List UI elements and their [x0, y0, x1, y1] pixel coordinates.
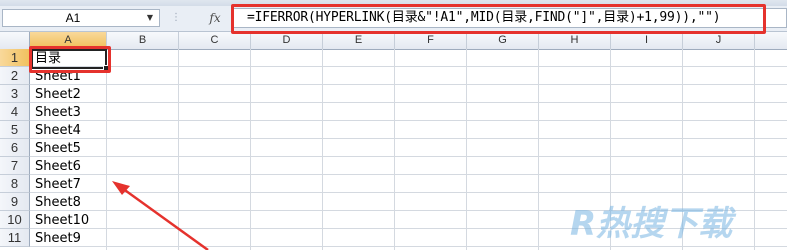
column-header[interactable]: J — [683, 32, 755, 49]
cell-highlight-box — [29, 46, 111, 73]
formula-input[interactable]: =IFERROR(HYPERLINK(目录&"!A1",MID(目录,FIND(… — [232, 8, 787, 28]
gridline — [30, 192, 787, 193]
row-header[interactable]: 7 — [0, 157, 30, 175]
row-header[interactable]: 6 — [0, 139, 30, 157]
column-header[interactable]: I — [611, 32, 683, 49]
column-header[interactable]: G — [467, 32, 539, 49]
formula-text: =IFERROR(HYPERLINK(目录&"!A1",MID(目录,FIND(… — [247, 10, 721, 25]
cell-a6[interactable]: Sheet5 — [35, 140, 81, 158]
gridline — [394, 49, 395, 250]
row-header[interactable]: 10 — [0, 211, 30, 229]
gridline — [322, 49, 323, 250]
gridline — [250, 49, 251, 250]
column-header-partial[interactable] — [755, 32, 787, 49]
excel-window: A1 ▼ ⋮ fx =IFERROR(HYPERLINK(目录&"!A1",MI… — [0, 0, 787, 250]
column-header[interactable]: D — [251, 32, 323, 49]
column-header[interactable]: B — [107, 32, 179, 49]
gridline — [30, 174, 787, 175]
cell-a7[interactable]: Sheet6 — [35, 158, 81, 176]
cell-a5[interactable]: Sheet4 — [35, 122, 81, 140]
column-header[interactable]: C — [179, 32, 251, 49]
cell-a4[interactable]: Sheet3 — [35, 104, 81, 122]
column-header[interactable]: F — [395, 32, 467, 49]
name-box[interactable]: A1 ▼ — [2, 9, 160, 27]
column-headers: A B C D E F G H I J — [0, 32, 787, 50]
cell-a3[interactable]: Sheet2 — [35, 86, 81, 104]
gridline — [538, 49, 539, 250]
gridline — [30, 66, 787, 67]
gridline — [30, 138, 787, 139]
cell-a8[interactable]: Sheet7 — [35, 176, 81, 194]
name-box-value: A1 — [65, 11, 81, 25]
gridline — [178, 49, 179, 250]
row-header[interactable]: 3 — [0, 85, 30, 103]
gridline — [754, 49, 755, 250]
row-header[interactable]: 9 — [0, 193, 30, 211]
watermark-logo: R热搜下载 — [570, 204, 733, 244]
row-header[interactable]: 4 — [0, 103, 30, 121]
insert-function-icon[interactable]: fx — [205, 10, 225, 26]
row-header[interactable]: 5 — [0, 121, 30, 139]
gridline — [30, 84, 787, 85]
formula-bar-row: A1 ▼ ⋮ fx =IFERROR(HYPERLINK(目录&"!A1",MI… — [0, 6, 787, 32]
row-header[interactable]: 1 — [0, 49, 30, 67]
cell-a11[interactable]: Sheet9 — [35, 230, 81, 248]
select-all-corner[interactable] — [0, 32, 30, 49]
row-header[interactable]: 2 — [0, 67, 30, 85]
column-header[interactable]: E — [323, 32, 395, 49]
row-header[interactable]: 8 — [0, 175, 30, 193]
gridline — [30, 156, 787, 157]
gridline — [30, 120, 787, 121]
gridline — [466, 49, 467, 250]
cell-a10[interactable]: Sheet10 — [35, 212, 89, 230]
row-header[interactable]: 11 — [0, 229, 30, 247]
gridline — [30, 246, 787, 247]
column-header[interactable]: H — [539, 32, 611, 49]
gridline — [106, 49, 107, 250]
cell-a9[interactable]: Sheet8 — [35, 194, 81, 212]
chevron-down-icon[interactable]: ▼ — [144, 10, 156, 26]
splitter-grip-icon[interactable]: ⋮ — [170, 11, 182, 25]
gridline — [30, 102, 787, 103]
